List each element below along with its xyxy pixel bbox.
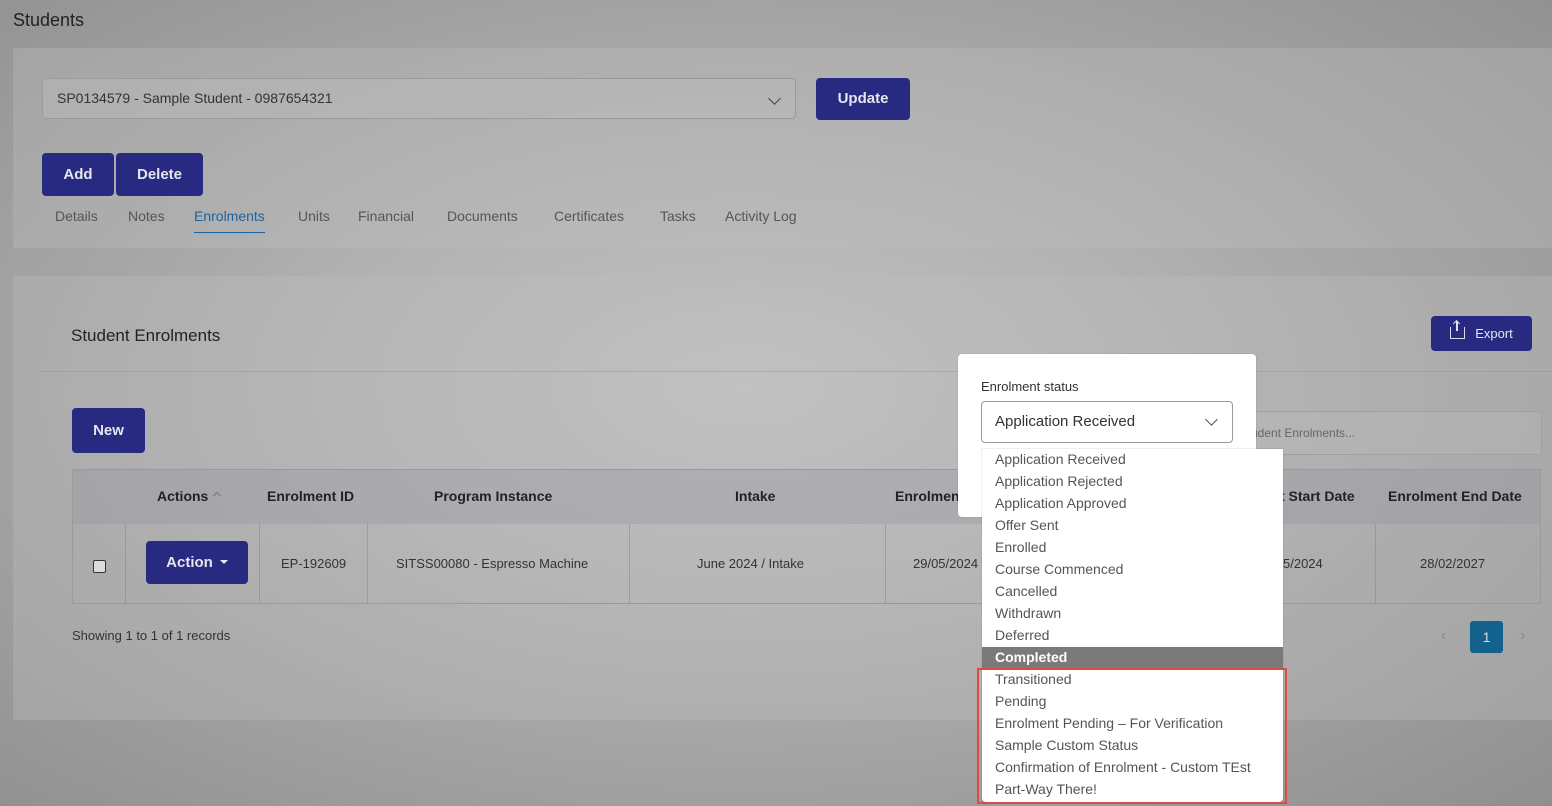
status-option-highlighted[interactable]: Completed	[982, 647, 1283, 669]
status-option[interactable]: Course Commenced	[982, 559, 1283, 581]
status-option[interactable]: Offer Sent	[982, 515, 1283, 537]
tab-tasks[interactable]: Tasks	[660, 208, 696, 224]
tab-documents[interactable]: Documents	[447, 208, 518, 224]
new-enrolment-button[interactable]: New	[72, 408, 145, 453]
column-header-actions[interactable]: Actions	[157, 488, 222, 504]
student-select[interactable]: SP0134579 - Sample Student - 0987654321	[42, 78, 796, 119]
cell-enrolment-date: 29/05/2024	[913, 556, 979, 571]
sort-asc-icon	[213, 491, 222, 501]
tab-notes[interactable]: Notes	[128, 208, 165, 224]
update-button[interactable]: Update	[816, 78, 910, 120]
annotation-highlight-box	[977, 668, 1287, 804]
status-option[interactable]: Enrolled	[982, 537, 1283, 559]
column-divider	[259, 524, 260, 604]
action-dropdown-button[interactable]: Action	[146, 541, 248, 584]
tab-financial[interactable]: Financial	[358, 208, 414, 224]
tab-details[interactable]: Details	[55, 208, 98, 224]
status-option[interactable]: Cancelled	[982, 581, 1283, 603]
tab-enrolments[interactable]: Enrolments	[194, 208, 265, 233]
column-header-end-date[interactable]: Enrolment End Date	[1388, 488, 1522, 504]
page-title: Students	[13, 10, 85, 30]
column-divider	[367, 524, 368, 604]
tab-activity-log[interactable]: Activity Log	[725, 208, 797, 224]
column-header-start-date[interactable]: t Start Date	[1280, 488, 1355, 504]
caret-down-icon	[219, 560, 228, 564]
export-icon	[1450, 321, 1466, 339]
row-checkbox[interactable]	[93, 560, 106, 573]
chevron-down-icon	[1205, 413, 1218, 426]
enrolments-table: Actions Enrolment ID Program Instance In…	[72, 469, 1541, 604]
cell-enrolment-id: EP-192609	[281, 556, 347, 571]
column-divider	[629, 524, 630, 604]
delete-button[interactable]: Delete	[116, 153, 203, 196]
chevron-down-icon	[768, 92, 781, 105]
export-button[interactable]: Export	[1431, 316, 1532, 351]
status-option[interactable]: Deferred	[982, 625, 1283, 647]
enrolment-status-select[interactable]: Application Received	[981, 401, 1233, 443]
pagination-page-1[interactable]: 1	[1470, 621, 1503, 653]
divider	[40, 371, 1552, 372]
records-summary: Showing 1 to 1 of 1 records	[72, 628, 231, 643]
action-label: Action	[166, 554, 213, 571]
cell-end-date: 28/02/2027	[1420, 556, 1486, 571]
enrolment-status-value: Application Received	[995, 413, 1136, 430]
column-header-enrolment-id[interactable]: Enrolment ID	[267, 488, 354, 504]
column-divider	[885, 524, 886, 604]
status-option[interactable]: Application Received	[982, 449, 1283, 471]
tab-units[interactable]: Units	[298, 208, 330, 224]
cell-program-instance: SITSS00080 - Espresso Machine	[396, 556, 589, 571]
section-title: Student Enrolments	[71, 326, 221, 345]
cell-start-date: 5/2024	[1283, 556, 1323, 571]
status-option[interactable]: Application Rejected	[982, 471, 1283, 493]
tab-certificates[interactable]: Certificates	[554, 208, 624, 224]
column-header-intake[interactable]: Intake	[735, 488, 775, 504]
pagination-next[interactable]: ›	[1520, 627, 1525, 645]
add-button[interactable]: Add	[42, 153, 114, 196]
status-option[interactable]: Application Approved	[982, 493, 1283, 515]
column-divider	[125, 524, 126, 604]
column-divider	[1375, 524, 1376, 604]
enrolment-status-label: Enrolment status	[981, 379, 1079, 394]
column-header-program-instance[interactable]: Program Instance	[434, 488, 552, 504]
student-select-value: SP0134579 - Sample Student - 0987654321	[57, 90, 333, 106]
column-header-enrolment-date[interactable]: Enrolmen	[895, 488, 960, 504]
status-option[interactable]: Withdrawn	[982, 603, 1283, 625]
pagination-prev[interactable]: ‹	[1441, 627, 1446, 645]
export-label: Export	[1475, 326, 1513, 341]
cell-intake: June 2024 / Intake	[697, 556, 804, 571]
